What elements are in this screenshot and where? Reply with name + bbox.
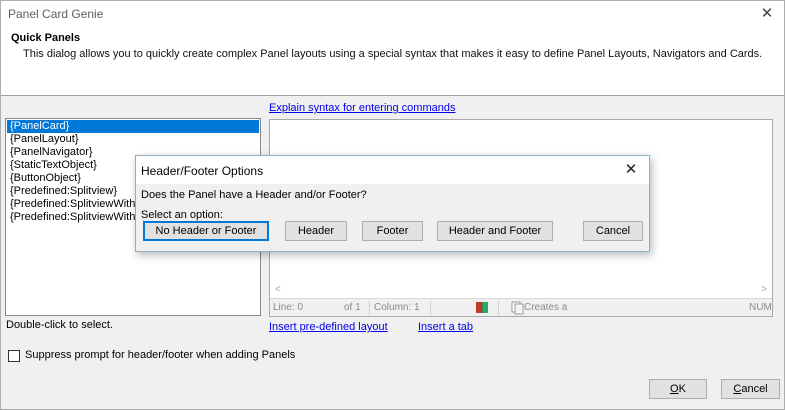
footer-button[interactable]: Footer <box>362 221 423 241</box>
cancel-button[interactable]: Cancel <box>721 379 780 399</box>
status-divider <box>369 301 370 315</box>
status-column: Column: 1 <box>374 302 420 313</box>
suppress-prompt-checkbox[interactable] <box>8 350 20 362</box>
list-item[interactable]: {PanelLayout} <box>7 133 259 146</box>
suppress-prompt-label: Suppress prompt for header/footer when a… <box>25 349 296 361</box>
status-num: NUM <box>749 302 772 313</box>
insert-layout-link[interactable]: Insert pre-defined layout <box>269 321 388 333</box>
scroll-right-icon[interactable]: > <box>761 282 767 297</box>
dialog-question: Does the Panel have a Header and/or Foot… <box>141 189 367 201</box>
dialog-title: Header/Footer Options <box>141 164 264 178</box>
editor-statusbar: Line: 0 of 1 Column: 1 Creates a NUM <box>270 298 772 316</box>
status-divider <box>498 301 499 315</box>
dialog-titlebar: Header/Footer Options ✕ <box>136 156 649 184</box>
window-title: Panel Card Genie <box>8 7 104 21</box>
header-and-footer-button[interactable]: Header and Footer <box>437 221 553 241</box>
list-hint: Double-click to select. <box>6 319 113 331</box>
no-header-footer-button[interactable]: No Header or Footer <box>143 221 269 241</box>
dialog-close-icon[interactable]: ✕ <box>621 160 641 180</box>
book-icon <box>475 301 489 317</box>
list-item[interactable]: {PanelCard} <box>7 120 259 133</box>
header-footer-dialog: Header/Footer Options ✕ Does the Panel h… <box>135 155 650 252</box>
header-description: This dialog allows you to quickly create… <box>23 48 763 60</box>
window-close-icon[interactable]: ✕ <box>756 4 778 24</box>
header-button[interactable]: Header <box>285 221 347 241</box>
explain-syntax-link[interactable]: Explain syntax for entering commands <box>269 102 455 114</box>
dialog-cancel-button[interactable]: Cancel <box>583 221 643 241</box>
scroll-left-icon[interactable]: < <box>275 282 281 297</box>
status-line: Line: 0 <box>273 302 304 313</box>
status-divider <box>430 301 431 315</box>
document-icon <box>511 301 524 318</box>
editor-horizontal-scrollbar[interactable]: < > <box>271 282 771 297</box>
header-title: Quick Panels <box>11 32 81 44</box>
window-titlebar: Panel Card Genie ✕ <box>1 1 784 28</box>
ok-button[interactable]: OK <box>649 379 707 399</box>
status-creates: Creates a <box>524 302 568 313</box>
dialog-prompt: Select an option: <box>141 209 223 221</box>
status-line-count: of 1 <box>344 302 361 313</box>
insert-tab-link[interactable]: Insert a tab <box>418 321 473 333</box>
header-panel: Quick Panels This dialog allows you to q… <box>1 28 784 96</box>
